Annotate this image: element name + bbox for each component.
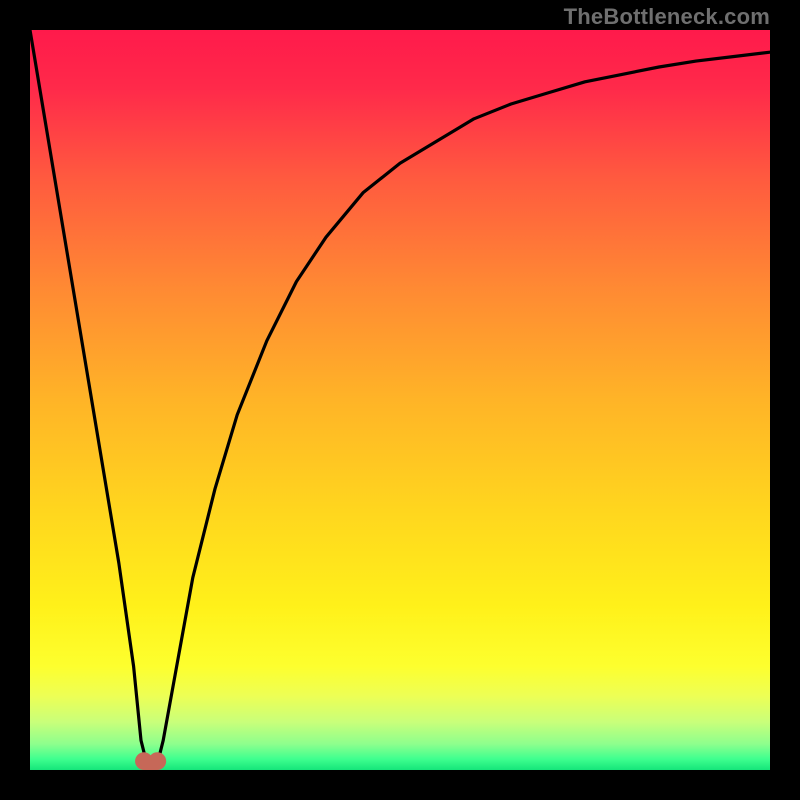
watermark-text: TheBottleneck.com bbox=[564, 4, 770, 30]
chart-frame: TheBottleneck.com bbox=[0, 0, 800, 800]
gradient-background bbox=[30, 30, 770, 770]
plot-area bbox=[30, 30, 770, 770]
chart-svg bbox=[30, 30, 770, 770]
